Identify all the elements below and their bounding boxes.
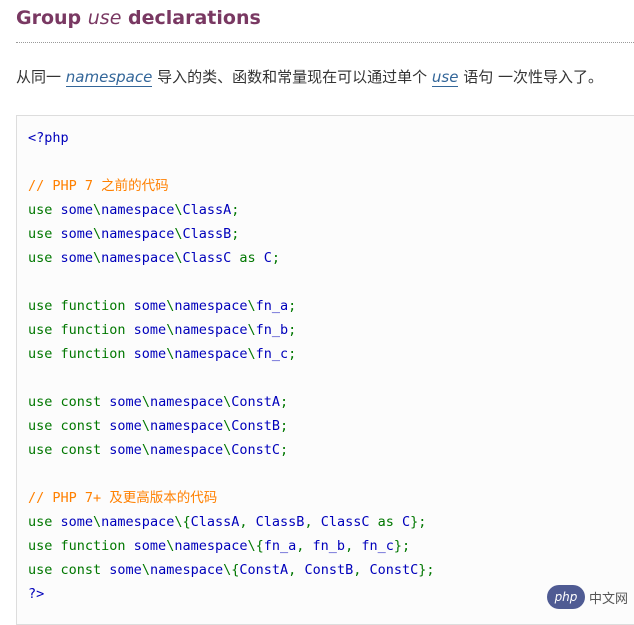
code-line: use const some\namespace\ConstB;	[28, 418, 289, 434]
code-line: use some\namespace\ClassA;	[28, 202, 240, 218]
heading-keyword: use	[87, 7, 122, 29]
code-line: use const some\namespace\ConstC;	[28, 442, 289, 458]
code-line: // PHP 7+ 及更高版本的代码	[28, 490, 218, 506]
namespace-link[interactable]: namespace	[65, 68, 153, 87]
heading-suffix: declarations	[121, 7, 261, 29]
site-watermark: php 中文网	[546, 585, 628, 609]
section-heading: Group use declarations	[16, 7, 261, 29]
code-line: ?>	[28, 586, 45, 602]
code-line: use some\namespace\ClassB;	[28, 226, 240, 242]
intro-text-1: 从同一	[16, 68, 66, 86]
code-line: // PHP 7 之前的代码	[28, 178, 169, 194]
code-line: use some\namespace\{ClassA, ClassB, Clas…	[28, 514, 427, 530]
heading-prefix: Group	[16, 7, 88, 29]
php-logo-icon: php	[546, 585, 585, 609]
code-line: use function some\namespace\{fn_a, fn_b,…	[28, 538, 411, 554]
code-line: use function some\namespace\fn_c;	[28, 346, 297, 362]
intro-text-2: 导入的类、函数和常量现在可以通过单个	[152, 68, 432, 86]
heading-divider	[16, 42, 634, 43]
code-block: <?php // PHP 7 之前的代码 use some\namespace\C…	[28, 126, 435, 606]
code-line: <?php	[28, 130, 69, 146]
intro-paragraph: 从同一 namespace 导入的类、函数和常量现在可以通过单个 use 语句 …	[16, 66, 603, 87]
intro-text-3: 语句 一次性导入了。	[458, 68, 603, 86]
code-line: use const some\namespace\{ConstA, ConstB…	[28, 562, 435, 578]
code-line: use function some\namespace\fn_a;	[28, 298, 297, 314]
code-line: use function some\namespace\fn_b;	[28, 322, 297, 338]
watermark-text: 中文网	[588, 591, 628, 607]
code-line: use const some\namespace\ConstA;	[28, 394, 289, 410]
use-link[interactable]: use	[431, 68, 459, 87]
code-line: use some\namespace\ClassC as C;	[28, 250, 281, 266]
